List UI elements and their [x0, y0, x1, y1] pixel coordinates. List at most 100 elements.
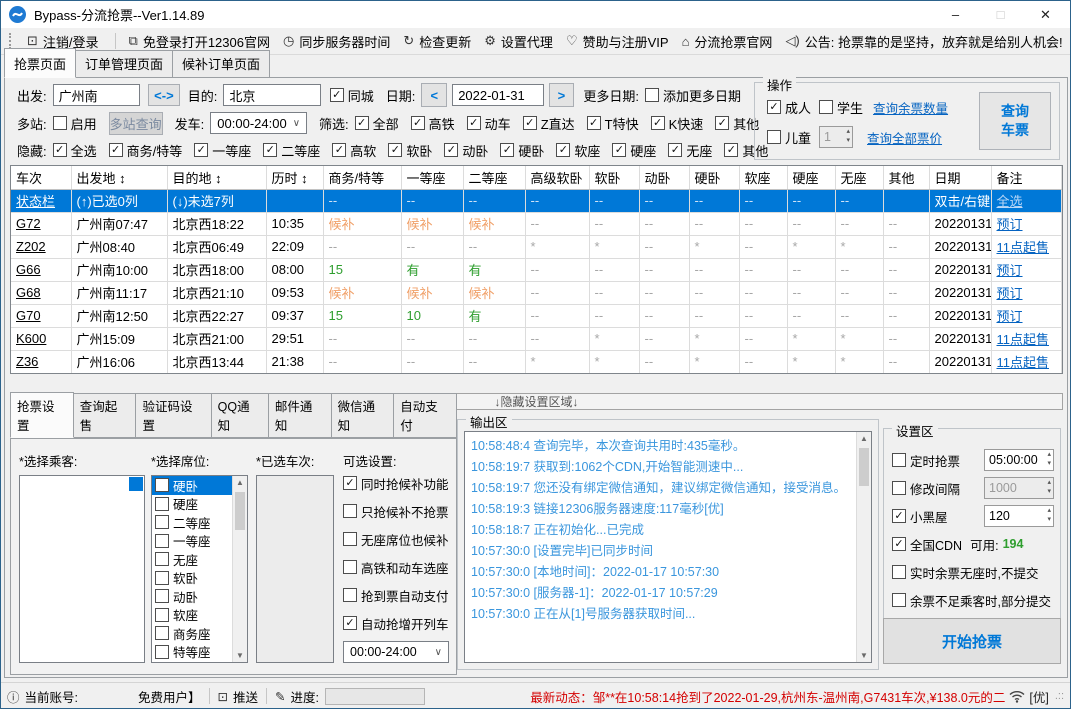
adult-checkbox-item[interactable]: 成人: [767, 98, 811, 117]
optional-setting[interactable]: 无座席位也候补: [343, 525, 455, 553]
settings-tab[interactable]: 查询起售: [73, 393, 137, 438]
seat-option-checkbox[interactable]: [155, 515, 169, 530]
settings-checkbox[interactable]: [892, 509, 906, 523]
status-row[interactable]: 状态栏 (↑)已选0列 (↓)未选7列 -- -- -- -- -- -- -- -- -- -- 双击/…: [11, 189, 1062, 213]
swap-stations-button[interactable]: <->: [148, 84, 180, 106]
seat-option-checkbox[interactable]: [155, 626, 169, 641]
hide-option-item[interactable]: 无座: [668, 141, 712, 160]
optional-setting-checkbox[interactable]: [343, 504, 357, 518]
hide-option-checkbox[interactable]: [444, 143, 459, 157]
output-scrollbar[interactable]: ▲ ▼: [856, 432, 871, 662]
hide-option-checkbox[interactable]: [388, 143, 403, 157]
column-header[interactable]: 无座: [835, 166, 884, 190]
train-number-link[interactable]: G70: [16, 308, 41, 323]
query-remaining-link[interactable]: 查询余票数量: [873, 98, 948, 117]
table-row[interactable]: K600 广州15:09 北京西21:00 29:51 -- -- -- -- * -- * -- * *…: [11, 327, 1062, 351]
page-tab[interactable]: 订单管理页面: [76, 50, 174, 78]
optional-setting[interactable]: 自动抢增开列车: [343, 609, 455, 637]
hide-option-item[interactable]: 高软: [332, 141, 376, 160]
hide-option-item[interactable]: 商务/特等: [108, 141, 182, 160]
next-date-button[interactable]: >: [548, 83, 575, 107]
toolbar-item[interactable]: ◁) 公告: 抢票靠的是坚持，放弃就是给别人机会!: [785, 32, 1062, 51]
filter-item[interactable]: 其他: [715, 114, 759, 133]
toolbar-item[interactable]: ♡ 赞助与注册VIP: [566, 32, 669, 51]
optional-setting[interactable]: 抢到票自动支付: [343, 581, 455, 609]
train-number-link[interactable]: Z36: [16, 354, 38, 369]
note-link[interactable]: 预订: [997, 217, 1023, 232]
settings-checkbox[interactable]: [892, 593, 906, 607]
column-header[interactable]: 其他: [883, 166, 930, 190]
seat-option[interactable]: 无座: [152, 550, 232, 569]
child-checkbox-item[interactable]: 儿童: [767, 128, 811, 147]
seat-option[interactable]: 硬卧: [152, 476, 232, 495]
prev-date-button[interactable]: <: [421, 83, 448, 107]
settings-checkbox[interactable]: [892, 565, 906, 579]
hide-option-item[interactable]: 全选: [52, 141, 97, 160]
seat-option[interactable]: 动卧: [152, 587, 232, 606]
seat-option-checkbox[interactable]: [155, 644, 169, 659]
optional-setting-checkbox[interactable]: [343, 560, 357, 574]
settings-checkbox[interactable]: [892, 481, 906, 495]
note-link[interactable]: 预订: [997, 309, 1023, 324]
seat-option-checkbox[interactable]: [155, 552, 169, 567]
filter-checkbox[interactable]: [650, 116, 665, 130]
output-log[interactable]: ▲ ▼ 10:58:48:4 查询完毕，本次查询共用时:435毫秒。 10:58:…: [464, 431, 872, 663]
hide-option-checkbox[interactable]: [724, 143, 739, 157]
child-checkbox[interactable]: [767, 130, 781, 144]
table-row[interactable]: Z202 广州08:40 北京西06:49 22:09 -- -- -- * * -- * -- * * -…: [11, 235, 1062, 259]
toolbar-item[interactable]: ⚙ 设置代理: [484, 32, 553, 51]
train-number-link[interactable]: G66: [16, 262, 41, 277]
seats-listbox[interactable]: ▲ ▼ 硬卧 硬座 二等座 一等座 无座 软卧 动卧 软座 商务座 特等座: [151, 475, 248, 663]
column-header[interactable]: 目的地 ↕: [167, 166, 267, 190]
depart-input[interactable]: 广州南: [52, 84, 141, 106]
resize-grip[interactable]: .::: [1055, 690, 1064, 702]
maximize-button[interactable]: □: [978, 1, 1023, 28]
column-header[interactable]: 软座: [739, 166, 788, 190]
hide-option-item[interactable]: 软座: [556, 141, 600, 160]
column-header[interactable]: 商务/特等: [323, 166, 402, 190]
hide-option-checkbox[interactable]: [668, 143, 683, 157]
settings-spinner[interactable]: 1000: [984, 477, 1054, 499]
multi-query-button[interactable]: 多站查询: [108, 111, 163, 135]
column-header[interactable]: 高级软卧: [525, 166, 590, 190]
scroll-up-icon[interactable]: ▲: [233, 478, 247, 487]
query-prices-link[interactable]: 查询全部票价: [867, 128, 942, 147]
minimize-button[interactable]: –: [933, 1, 978, 28]
hide-option-checkbox[interactable]: [263, 143, 278, 157]
multi-enable-checkbox[interactable]: [52, 116, 67, 130]
same-city-checkbox[interactable]: [329, 88, 344, 102]
seat-option[interactable]: 软卧: [152, 569, 232, 588]
selected-trains-listbox[interactable]: [256, 475, 334, 663]
settings-tab[interactable]: 自动支付: [394, 393, 458, 438]
column-header[interactable]: 硬座: [787, 166, 836, 190]
filter-item[interactable]: K快速: [650, 114, 703, 133]
train-number-link[interactable]: G72: [16, 216, 41, 231]
depart-time-combo[interactable]: 00:00-24:00: [210, 112, 308, 134]
filter-item[interactable]: 全部: [354, 114, 399, 133]
seat-option[interactable]: 一等座: [152, 532, 232, 551]
student-checkbox-item[interactable]: 学生: [819, 98, 863, 117]
optional-setting-checkbox[interactable]: [343, 476, 357, 490]
table-row[interactable]: G70 广州南12:50 北京西22:27 09:37 15 10 有 -- -- -- -- -- -…: [11, 304, 1062, 328]
table-row[interactable]: G68 广州南11:17 北京西21:10 09:53 候补 候补 候补 -- -- -- -- --…: [11, 281, 1062, 305]
optional-setting[interactable]: 高铁和动车选座: [343, 553, 455, 581]
adult-checkbox[interactable]: [767, 100, 781, 114]
settings-spinner[interactable]: 120: [984, 505, 1054, 527]
filter-checkbox[interactable]: [586, 116, 601, 130]
toolbar-item[interactable]: ⌂ 分流抢票官网: [682, 32, 773, 51]
filter-item[interactable]: T特快: [586, 114, 639, 133]
optional-setting-checkbox[interactable]: [343, 616, 357, 630]
toolbar-item[interactable]: ↻ 检查更新: [403, 32, 471, 51]
seat-option[interactable]: 二等座: [152, 513, 232, 532]
hide-option-checkbox[interactable]: [52, 143, 67, 157]
table-row[interactable]: Z36 广州16:06 北京西13:44 21:38 -- -- -- * * -- * -- * * --…: [11, 350, 1062, 373]
column-header[interactable]: 出发地 ↕: [71, 166, 168, 190]
table-row[interactable]: G72 广州南07:47 北京西18:22 10:35 候补 候补 候补 -- -- -- -- --…: [11, 212, 1062, 236]
seat-option-checkbox[interactable]: [155, 496, 169, 511]
hide-option-checkbox[interactable]: [612, 143, 627, 157]
seat-option-checkbox[interactable]: [155, 533, 169, 548]
train-number-link[interactable]: K600: [16, 331, 46, 346]
add-more-dates-checkbox-item[interactable]: 添加更多日期: [644, 86, 741, 105]
scroll-up-icon[interactable]: ▲: [857, 434, 871, 443]
scroll-thumb[interactable]: [859, 448, 869, 486]
